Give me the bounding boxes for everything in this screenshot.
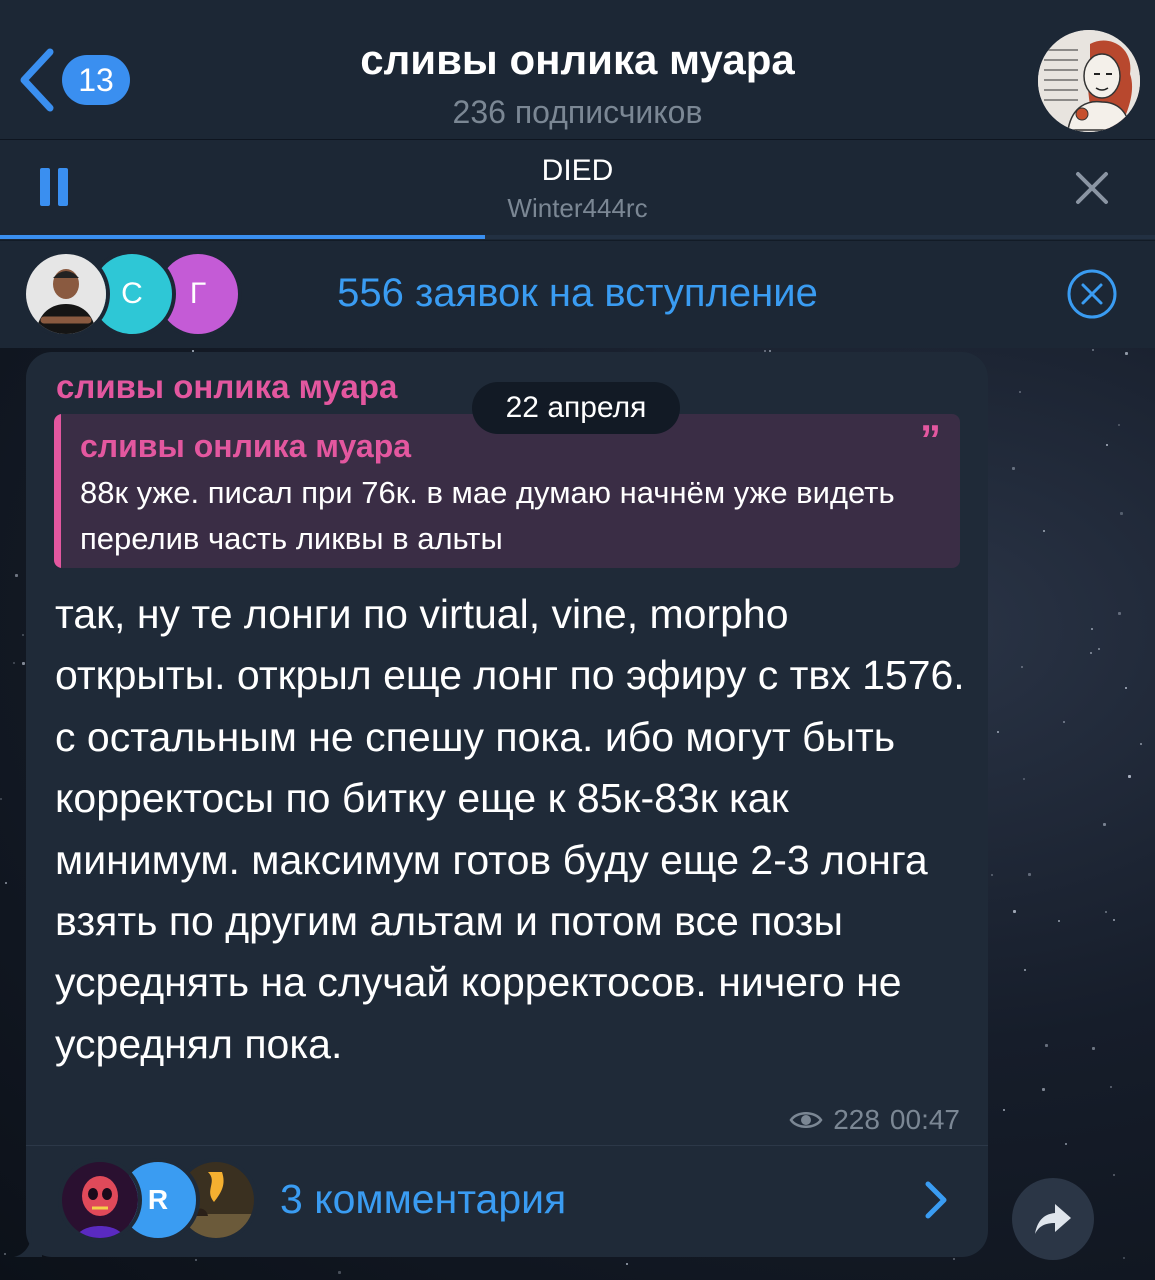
close-icon[interactable] <box>1072 168 1112 208</box>
star <box>13 662 15 664</box>
quote-author: сливы онлика муара <box>80 428 412 464</box>
commenter-avatar-photo <box>58 1158 142 1242</box>
star <box>1125 687 1127 689</box>
star <box>15 574 18 577</box>
audio-progress-bar[interactable] <box>0 235 1155 239</box>
star <box>1065 1143 1067 1145</box>
share-button[interactable] <box>1012 1178 1094 1260</box>
star <box>1019 391 1021 393</box>
star <box>1013 910 1016 913</box>
star <box>1098 648 1100 650</box>
star <box>1110 1086 1112 1088</box>
star <box>991 874 993 876</box>
star <box>1113 1174 1115 1176</box>
star <box>1123 1257 1125 1259</box>
star <box>953 1258 955 1260</box>
message-text: так, ну те лонги по virtual, vine, morph… <box>55 591 965 1067</box>
request-avatars: С Г <box>22 250 242 338</box>
comments-divider <box>26 1145 988 1146</box>
request-avatar-photo <box>22 250 110 338</box>
track-info[interactable]: DIED Winter444rc <box>300 152 855 226</box>
star <box>1024 969 1026 971</box>
quote-icon: ” <box>920 416 941 463</box>
star <box>1023 778 1025 780</box>
star <box>1106 444 1108 446</box>
view-count: 228 <box>833 1104 880 1135</box>
star <box>1042 1088 1045 1091</box>
star <box>626 1263 628 1265</box>
star <box>1128 775 1131 778</box>
star <box>22 634 24 636</box>
chevron-left-icon <box>20 48 54 112</box>
message-time: 00:47 <box>889 1104 960 1135</box>
star <box>1063 721 1065 723</box>
chevron-right-icon[interactable] <box>922 1180 950 1220</box>
join-requests-label[interactable]: 556 заявок на вступление <box>240 268 915 318</box>
star <box>1092 1047 1095 1050</box>
bubble-tail <box>14 1228 42 1257</box>
back-button[interactable]: 13 <box>14 44 144 116</box>
star <box>1012 467 1015 470</box>
message-sender[interactable]: сливы онлика муара <box>56 366 397 408</box>
star <box>22 662 25 665</box>
unread-badge: 13 <box>62 55 130 105</box>
star <box>1058 920 1060 922</box>
star <box>1140 743 1142 745</box>
channel-info[interactable]: сливы онлика муара 236 подписчиков <box>200 32 955 132</box>
message-meta: 228 00:47 <box>768 1102 960 1138</box>
channel-avatar-image <box>1038 30 1140 132</box>
star <box>997 731 999 733</box>
star <box>338 1271 341 1274</box>
star <box>1120 512 1123 515</box>
reply-quote[interactable]: сливы онлика муара 88к уже. писал при 76… <box>54 414 960 568</box>
share-arrow-icon <box>1035 1204 1071 1234</box>
pause-icon[interactable] <box>36 168 72 208</box>
track-artist: Winter444rc <box>507 193 648 223</box>
star <box>1043 530 1045 532</box>
audio-progress-fill <box>0 235 486 239</box>
track-title: DIED <box>541 154 614 187</box>
quote-text: 88к уже. писал при 76к. в мае думаю начн… <box>80 475 895 556</box>
star <box>4 1253 6 1255</box>
date-pill: 22 апреля <box>472 382 680 434</box>
skull-image-icon <box>62 1162 138 1238</box>
quote-accent-bar <box>54 414 61 568</box>
star <box>1103 823 1106 826</box>
star <box>1090 652 1092 654</box>
star <box>195 1259 197 1261</box>
subscriber-count: 236 подписчиков <box>452 94 703 130</box>
star <box>1091 628 1093 630</box>
star <box>1113 919 1115 921</box>
channel-title: сливы онлика муара <box>360 36 795 83</box>
star <box>1045 1044 1048 1047</box>
star <box>1118 612 1121 615</box>
commenter-avatars: R <box>58 1158 258 1242</box>
star <box>1028 873 1031 876</box>
star <box>1118 424 1120 426</box>
star <box>1092 349 1094 351</box>
star <box>0 798 2 800</box>
dismiss-circle-icon[interactable] <box>1066 268 1118 320</box>
star <box>1021 666 1023 668</box>
star <box>1105 911 1107 913</box>
channel-avatar[interactable] <box>1038 30 1140 132</box>
star <box>5 882 7 884</box>
star <box>1003 1109 1005 1111</box>
person-photo-icon <box>26 254 106 334</box>
comments-link[interactable]: 3 комментария <box>280 1174 566 1224</box>
star <box>1125 352 1128 355</box>
eye-icon <box>789 1112 823 1128</box>
